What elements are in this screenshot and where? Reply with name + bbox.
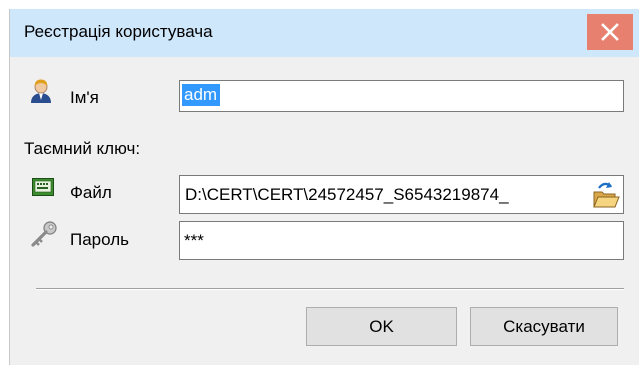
ok-button[interactable]: OK	[306, 307, 457, 346]
browse-file-button[interactable]	[590, 179, 620, 210]
title-bar[interactable]: Реєстрація користувача	[10, 9, 639, 57]
password-input[interactable]	[179, 221, 624, 260]
folder-open-icon	[593, 182, 620, 208]
separator	[36, 288, 624, 290]
name-input[interactable]	[179, 80, 624, 112]
name-value-selected: adm	[184, 85, 218, 104]
key-icon	[31, 221, 57, 247]
file-path-input[interactable]: D:\CERT\CERT\24572457_S6543219874_	[179, 175, 624, 214]
close-button[interactable]	[587, 14, 633, 50]
password-label: Пароль	[70, 230, 129, 249]
file-label: Файл	[70, 183, 112, 202]
user-icon	[31, 79, 51, 103]
cancel-button[interactable]: Скасувати	[470, 307, 618, 346]
window-title: Реєстрація користувача	[24, 22, 213, 41]
file-path-value: D:\CERT\CERT\24572457_S6543219874_	[185, 185, 509, 204]
user-registration-dialog: Реєстрація користувача Ім'я adm Таємний …	[9, 9, 639, 365]
name-label: Ім'я	[70, 88, 99, 107]
secret-key-heading: Таємний ключ:	[24, 139, 141, 158]
keyboard-icon	[32, 178, 54, 196]
close-icon	[601, 23, 619, 41]
